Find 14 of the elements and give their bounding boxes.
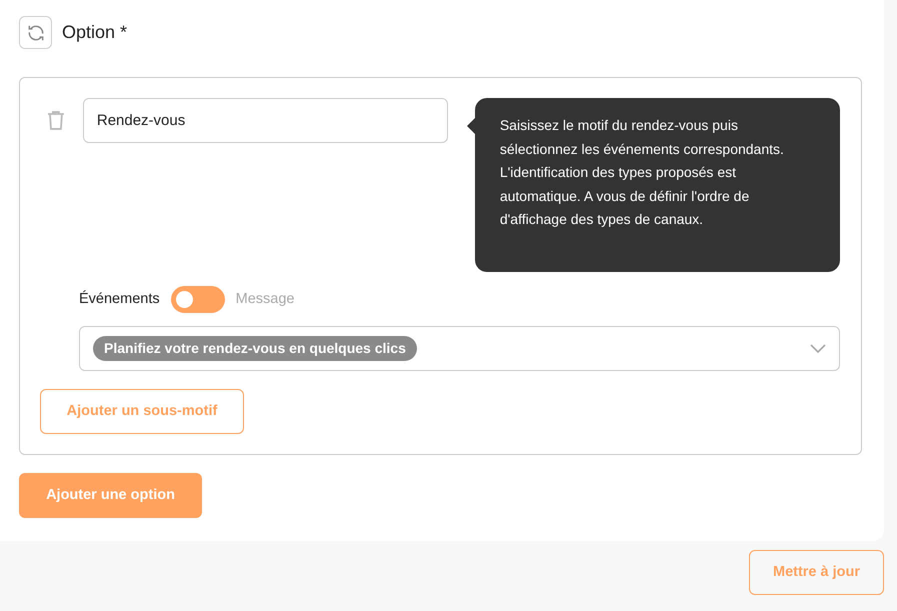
chevron-down-icon — [810, 344, 826, 354]
refresh-button[interactable] — [19, 16, 52, 49]
events-select[interactable]: Planifiez votre rendez-vous en quelques clics — [79, 326, 840, 371]
add-sub-motif-button[interactable]: Ajouter un sous-motif — [40, 389, 244, 434]
mode-toggle[interactable] — [170, 286, 225, 313]
toggle-left-label: Événements — [79, 289, 160, 309]
event-tag: Planifiez votre rendez-vous en quelques clics — [93, 336, 417, 361]
toggle-right-label: Message — [236, 290, 294, 309]
section-title: Option * — [62, 21, 128, 44]
add-option-button[interactable]: Ajouter une option — [19, 473, 202, 518]
update-button[interactable]: Mettre à jour — [749, 550, 884, 595]
refresh-icon — [26, 22, 46, 42]
motif-input-field[interactable]: Rendez-vous — [82, 98, 448, 143]
tooltip-text: Saisissez le motif du rendez-vous puis sélectionnez les événements correspondants. L'identification des types proposés est automatique. A vous de définir l'ordre de d'affichage des types de canaux. — [500, 117, 784, 227]
